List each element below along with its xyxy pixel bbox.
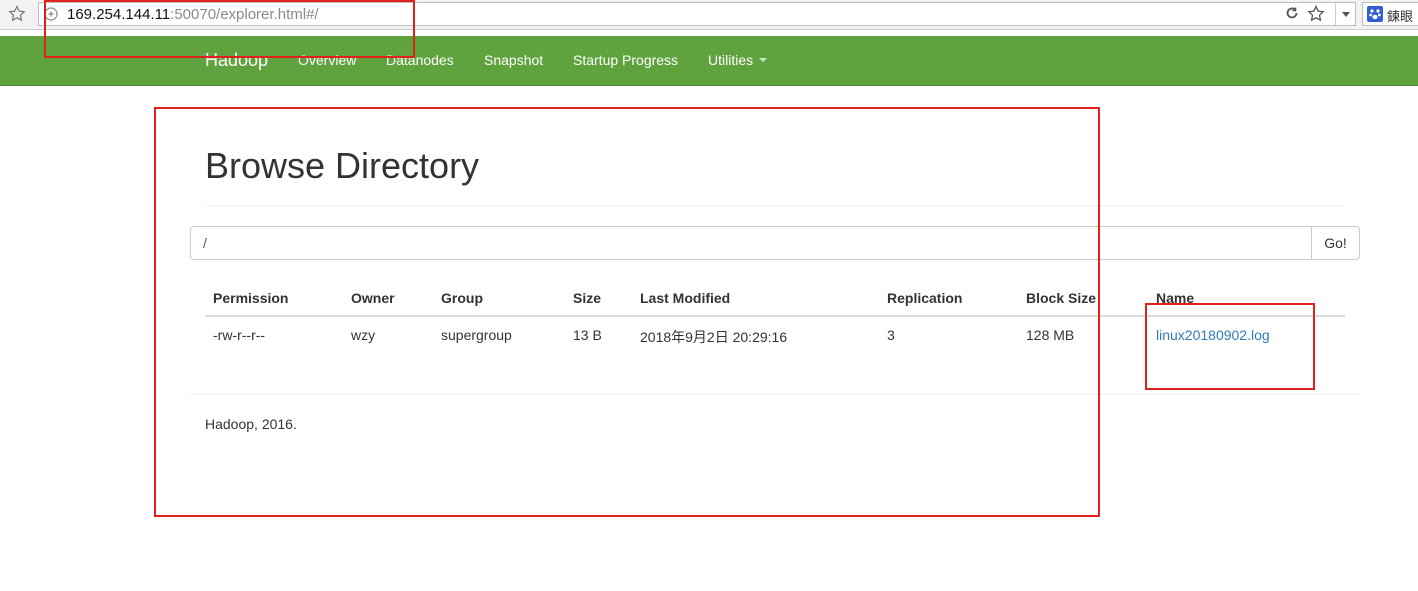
nav-item-snapshot[interactable]: Snapshot (484, 52, 543, 68)
navbar-brand[interactable]: Hadoop (205, 50, 268, 71)
header-group[interactable]: Group (433, 280, 565, 317)
cell-permission: -rw-r--r-- (213, 327, 266, 343)
cell-block-size: 128 MB (1026, 327, 1075, 343)
cell-owner: wzy (351, 327, 376, 343)
table-header-row: Permission Owner Group Size Last Modifie… (205, 280, 1345, 317)
reload-icon[interactable] (1284, 5, 1300, 26)
cell-size: 13 B (573, 327, 602, 343)
shield-icon (44, 7, 58, 26)
cell-name: linux20180902.log (1148, 316, 1345, 357)
file-table: Permission Owner Group Size Last Modifie… (205, 280, 1345, 357)
directory-path-input[interactable] (190, 226, 1312, 260)
header-owner[interactable]: Owner (343, 280, 433, 317)
address-bar[interactable]: 169.254.144.11:50070/explorer.html#/ (38, 2, 1356, 26)
nav-item-utilities[interactable]: Utilities (708, 52, 768, 68)
url-host: 169.254.144.11 (67, 6, 171, 23)
header-replication[interactable]: Replication (879, 280, 1018, 317)
paw-icon (1367, 6, 1383, 25)
table-row: -rw-r--r-- wzy supergroup 13 B 2018年9月2日… (205, 316, 1345, 357)
url-dropdown-button[interactable] (1335, 3, 1356, 25)
search-box[interactable]: 鍊眼 (1362, 2, 1418, 26)
cell-last-modified: 2018年9月2日 20:29:16 (640, 329, 788, 345)
title-divider (205, 205, 1343, 206)
caret-down-icon (759, 58, 768, 62)
footer-divider (190, 394, 1360, 395)
url-text: 169.254.144.11:50070/explorer.html#/ (67, 6, 319, 23)
cell-group: supergroup (441, 327, 512, 343)
go-button[interactable]: Go! (1311, 226, 1360, 260)
header-last-modified[interactable]: Last Modified (632, 280, 879, 317)
header-size[interactable]: Size (565, 280, 632, 317)
navbar: Hadoop Overview Datanodes Snapshot Start… (0, 36, 1418, 86)
header-name[interactable]: Name (1148, 280, 1345, 317)
url-path: :50070/explorer.html#/ (170, 6, 319, 23)
footer-text: Hadoop, 2016. (205, 416, 297, 432)
header-block-size[interactable]: Block Size (1018, 280, 1148, 317)
cell-replication: 3 (887, 327, 895, 343)
nav-item-startup-progress[interactable]: Startup Progress (573, 52, 678, 68)
nav-item-utilities-label: Utilities (708, 52, 754, 68)
nav-item-datanodes[interactable]: Datanodes (386, 52, 454, 68)
browser-toolbar: 169.254.144.11:50070/explorer.html#/ 鍊眼 (0, 0, 1418, 30)
bookmark-star-icon[interactable] (1307, 4, 1325, 28)
star-icon[interactable] (8, 5, 26, 28)
nav-item-overview[interactable]: Overview (298, 52, 356, 68)
search-engine-label: 鍊眼 (1387, 9, 1414, 24)
file-link[interactable]: linux20180902.log (1156, 327, 1270, 343)
header-permission[interactable]: Permission (205, 280, 343, 317)
page-title: Browse Directory (205, 145, 480, 186)
